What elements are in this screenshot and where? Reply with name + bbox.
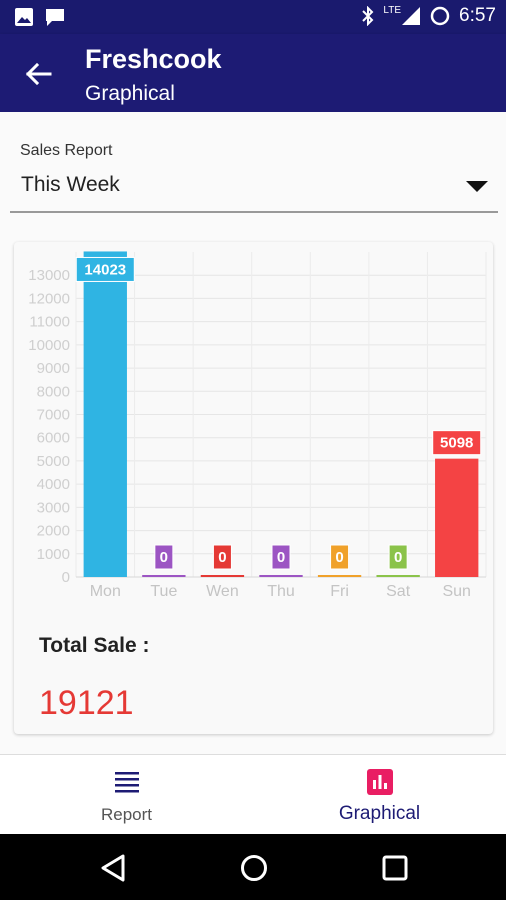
y-tick-label: 9000 [37, 360, 70, 377]
y-tick-label: 1000 [37, 546, 70, 563]
x-tick-label: Sat [386, 583, 411, 600]
total-sale-label: Total Sale : [39, 634, 150, 657]
value-label: 0 [277, 549, 285, 566]
bar-chart-icon [366, 769, 393, 795]
bar-sat [376, 575, 420, 577]
period-dropdown-value: This Week [21, 173, 120, 196]
dropdown-arrow-icon[interactable] [466, 181, 488, 193]
main-content: Sales Report This Week 0 1000 2000 3000 4000… [0, 112, 506, 754]
bluetooth-icon [362, 6, 374, 26]
y-tick-label: 4000 [37, 476, 70, 493]
y-tick-label: 0 [62, 569, 70, 586]
bar-tue [142, 575, 186, 577]
y-tick-label: 11000 [29, 314, 70, 331]
y-tick-label: 2000 [37, 523, 70, 540]
value-label: 0 [394, 549, 402, 566]
network-type: LTE [383, 4, 402, 16]
value-label: 14023 [84, 261, 126, 278]
value-label: 0 [160, 549, 168, 566]
nav-graphical[interactable]: Graphical [253, 755, 506, 835]
y-tick-label: 6000 [37, 430, 70, 447]
x-tick-label: Mon [90, 583, 121, 600]
nav-report-label: Report [100, 805, 153, 824]
status-bar: LTE 6:57 [0, 0, 506, 34]
back-triangle-icon[interactable] [100, 854, 126, 882]
value-label: 5098 [440, 435, 473, 452]
x-tick-label: Tue [150, 583, 177, 600]
bar-fri [317, 575, 362, 577]
chat-icon [46, 9, 64, 26]
y-tick-label: 7000 [37, 407, 70, 424]
total-sale-value: 19121 [39, 684, 134, 722]
list-icon [114, 772, 139, 793]
x-tick-label: Fri [330, 583, 349, 600]
home-circle-icon[interactable] [240, 854, 268, 882]
nav-report[interactable]: Report [0, 755, 253, 835]
y-tick-label: 10000 [28, 337, 70, 354]
sync-icon [430, 6, 450, 26]
status-time: 6:57 [459, 5, 496, 26]
x-tick-label: Thu [267, 583, 295, 600]
app-subtitle: Graphical [85, 82, 175, 105]
app-title: Freshcook [85, 44, 222, 74]
bar-mon [83, 251, 127, 577]
y-tick-label: 5000 [37, 453, 70, 470]
bar-wen [200, 575, 245, 577]
image-icon [15, 8, 33, 26]
y-tick-label: 3000 [37, 499, 70, 516]
y-tick-label: 12000 [28, 290, 70, 307]
period-dropdown[interactable]: This Week [10, 167, 498, 213]
sales-bar-chart: 0 1000 2000 3000 4000 5000 6000 7000 8000 9000 100… [28, 251, 487, 600]
bar-thu [259, 575, 303, 577]
recents-square-icon[interactable] [382, 855, 408, 881]
value-label: 0 [335, 549, 343, 566]
app-bar: Freshcook Graphical [0, 34, 506, 112]
system-navigation-bar [0, 834, 506, 900]
y-tick-label: 8000 [37, 383, 70, 400]
signal-icon [402, 7, 421, 25]
nav-graphical-label: Graphical [338, 803, 421, 824]
chart-card: 0 1000 2000 3000 4000 5000 6000 7000 8000 9000 100… [14, 242, 493, 734]
bar-sun [435, 458, 479, 577]
y-tick-label: 13000 [28, 267, 70, 284]
sales-report-label: Sales Report [20, 142, 113, 159]
x-tick-label: Sun [442, 583, 470, 600]
x-tick-label: Wen [206, 583, 239, 600]
bottom-navigation: Report Graphical [0, 754, 506, 834]
back-arrow-icon[interactable] [22, 58, 54, 90]
value-label: 0 [218, 549, 226, 566]
